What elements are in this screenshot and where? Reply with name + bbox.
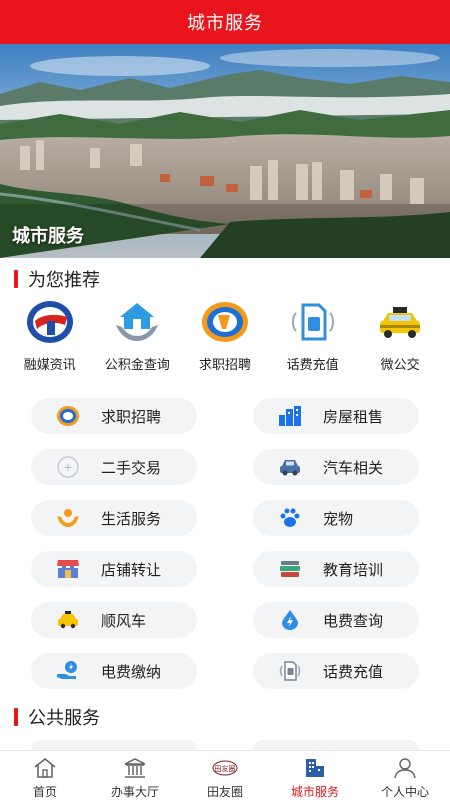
tab-city-service[interactable]: 城市服务 bbox=[270, 751, 360, 800]
recommend-row: 融媒资讯 公积金查询 求职招聘 话费充值 微公交 bbox=[0, 298, 450, 380]
sim-card-icon bbox=[277, 658, 303, 684]
service-label: 生活服务 bbox=[101, 510, 162, 528]
sim-card-icon bbox=[287, 298, 339, 346]
public-service-pill-partial[interactable] bbox=[31, 740, 197, 750]
svg-text:+: + bbox=[63, 461, 72, 474]
service-label: 话费充值 bbox=[323, 663, 384, 681]
media-logo-icon bbox=[24, 298, 76, 346]
top-bar: 城市服务 bbox=[0, 0, 450, 44]
service-life[interactable]: 生活服务 bbox=[31, 500, 197, 536]
service-label: 电费缴纳 bbox=[101, 663, 162, 681]
city-banner[interactable]: 城市服务 bbox=[0, 44, 450, 258]
service-label: 汽车相关 bbox=[323, 459, 384, 477]
public-title: 公共服务 bbox=[28, 708, 100, 728]
rec-item-phone-recharge[interactable]: 话费充值 bbox=[270, 298, 356, 380]
rec-label: 微公交 bbox=[380, 357, 420, 372]
circle-logo-icon: 田友圈 bbox=[212, 756, 238, 780]
service-pet[interactable]: 宠物 bbox=[253, 500, 419, 536]
tab-label: 办事大厅 bbox=[110, 785, 159, 799]
rec-item-media[interactable]: 融媒资讯 bbox=[7, 298, 93, 380]
hands-service-icon bbox=[55, 505, 81, 531]
bottom-tab-bar: 首页 办事大厅 田友圈 田友圈 城市服务 个人中心 bbox=[0, 750, 450, 800]
tab-service-hall[interactable]: 办事大厅 bbox=[90, 751, 180, 800]
recommend-section-header: 为您推荐 bbox=[0, 264, 450, 294]
service-housing[interactable]: 房屋租售 bbox=[253, 398, 419, 434]
home-icon bbox=[32, 756, 58, 780]
service-label: 教育培训 bbox=[323, 561, 384, 579]
service-electricity-pay[interactable]: 电费缴纳 bbox=[31, 653, 197, 689]
service-carpool[interactable]: 顺风车 bbox=[31, 602, 197, 638]
rec-item-bus[interactable]: 微公交 bbox=[357, 298, 443, 380]
page-title: 城市服务 bbox=[187, 13, 263, 33]
service-job[interactable]: 求职招聘 bbox=[31, 398, 197, 434]
recommend-title: 为您推荐 bbox=[28, 270, 100, 290]
rec-item-fund[interactable]: 公积金查询 bbox=[94, 298, 180, 380]
hall-icon bbox=[122, 756, 148, 780]
buildings-icon bbox=[277, 403, 303, 429]
job-logo-icon bbox=[199, 298, 251, 346]
rec-label: 公积金查询 bbox=[104, 357, 170, 372]
tab-label: 城市服务 bbox=[290, 785, 339, 799]
tab-label: 田友圈 bbox=[206, 785, 243, 799]
rec-label: 融媒资讯 bbox=[23, 357, 76, 372]
service-car[interactable]: 汽车相关 bbox=[253, 449, 419, 485]
service-label: 房屋租售 bbox=[323, 408, 384, 426]
rec-label: 话费充值 bbox=[286, 357, 339, 372]
service-label: 电费查询 bbox=[323, 612, 384, 630]
rec-label: 求职招聘 bbox=[198, 357, 251, 372]
service-shop-transfer[interactable]: 店铺转让 bbox=[31, 551, 197, 587]
tab-profile[interactable]: 个人中心 bbox=[360, 751, 450, 800]
service-education[interactable]: 教育培训 bbox=[253, 551, 419, 587]
service-electricity-query[interactable]: 电费查询 bbox=[253, 602, 419, 638]
bolt-drop-icon bbox=[277, 607, 303, 633]
paw-icon bbox=[277, 505, 303, 531]
person-icon bbox=[392, 756, 418, 780]
secondhand-icon: + bbox=[55, 454, 81, 480]
tab-label: 首页 bbox=[32, 785, 57, 799]
car-icon bbox=[277, 454, 303, 480]
books-icon bbox=[277, 556, 303, 582]
service-secondhand[interactable]: + 二手交易 bbox=[31, 449, 197, 485]
public-section-header: 公共服务 bbox=[0, 702, 450, 732]
section-accent-bar bbox=[14, 270, 18, 288]
service-phone-recharge[interactable]: 话费充值 bbox=[253, 653, 419, 689]
circle-logo-text: 田友圈 bbox=[215, 764, 236, 773]
tab-circle[interactable]: 田友圈 田友圈 bbox=[180, 751, 270, 800]
public-service-pill-partial[interactable] bbox=[253, 740, 419, 750]
house-hands-icon bbox=[111, 298, 163, 346]
taxi-icon bbox=[55, 607, 81, 633]
service-label: 求职招聘 bbox=[101, 408, 162, 426]
service-label: 顺风车 bbox=[101, 612, 147, 630]
city-icon bbox=[302, 756, 328, 780]
service-label: 二手交易 bbox=[101, 459, 162, 477]
job-logo-icon bbox=[55, 403, 81, 429]
rec-item-job[interactable]: 求职招聘 bbox=[182, 298, 268, 380]
taxi-icon bbox=[374, 298, 426, 346]
service-label: 宠物 bbox=[323, 510, 354, 528]
section-accent-bar bbox=[14, 708, 18, 726]
service-label: 店铺转让 bbox=[101, 561, 162, 579]
tab-label: 个人中心 bbox=[380, 785, 429, 799]
tab-home[interactable]: 首页 bbox=[0, 751, 90, 800]
shop-icon bbox=[55, 556, 81, 582]
bolt-hand-icon bbox=[55, 658, 81, 684]
banner-caption: 城市服务 bbox=[12, 226, 84, 246]
